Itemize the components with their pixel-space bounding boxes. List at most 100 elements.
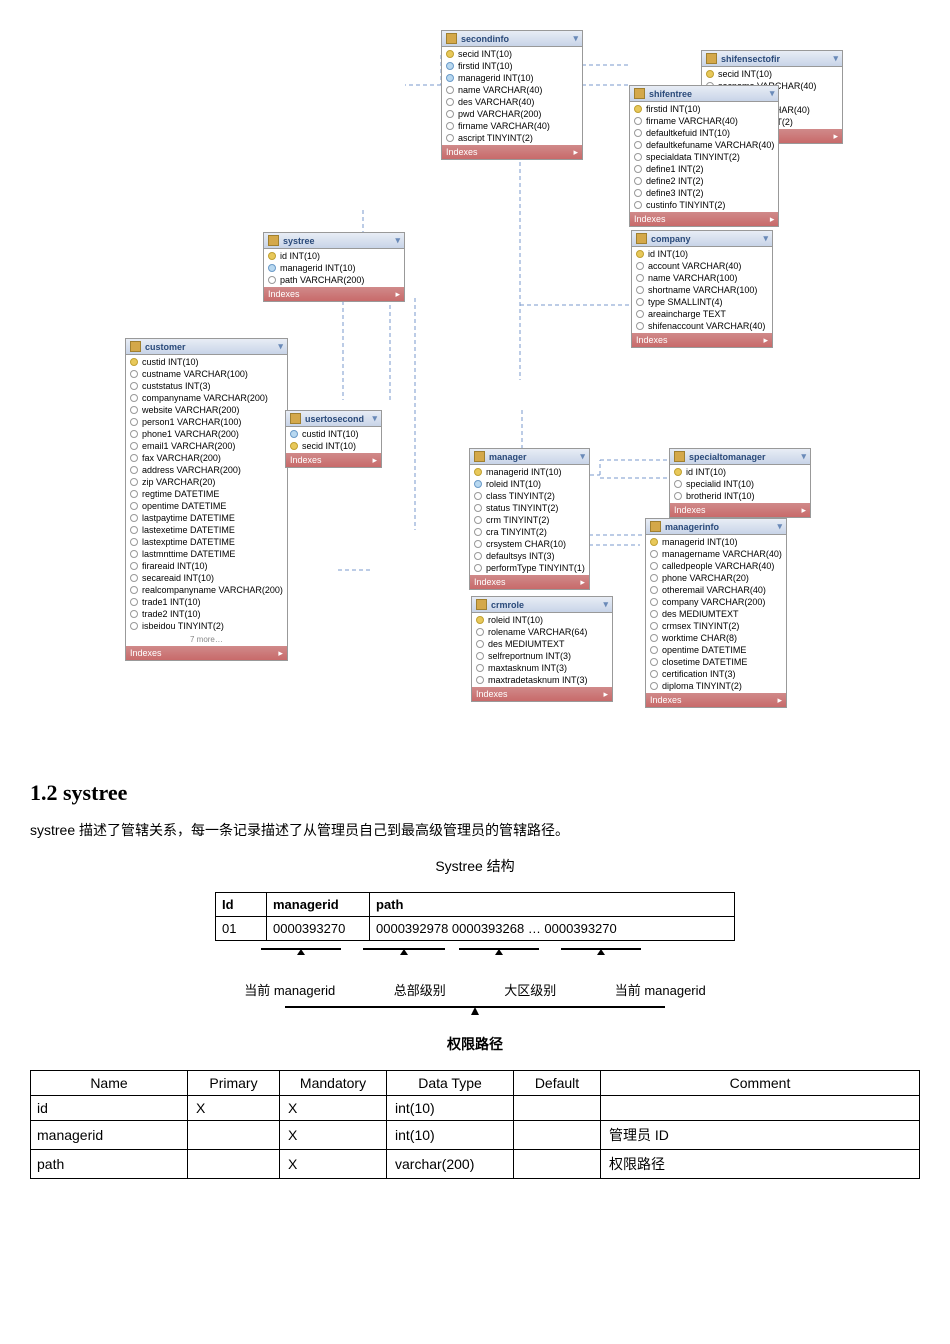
entity-column: managerid INT(10)	[442, 72, 582, 84]
entity-header: usertosecond▾	[286, 411, 381, 427]
table-row: 01 0000393270 0000392978 0000393268 … 00…	[216, 917, 735, 941]
entity-column: pwd VARCHAR(200)	[442, 108, 582, 120]
entity-column: website VARCHAR(200)	[126, 404, 287, 416]
field-table: Name Primary Mandatory Data Type Default…	[30, 1070, 920, 1179]
big-arrow	[215, 1005, 735, 1026]
entity-header: manager▾	[470, 449, 589, 465]
section-heading: 1.2 systree	[30, 780, 920, 806]
entity-header: specialtomanager▾	[670, 449, 810, 465]
entity-company: company▾id INT(10)account VARCHAR(40)nam…	[631, 230, 773, 348]
entity-managerinfo: managerinfo▾managerid INT(10)managername…	[645, 518, 787, 708]
entity-column: specialdata TINYINT(2)	[630, 151, 778, 163]
entity-column: crm TINYINT(2)	[470, 514, 589, 526]
entity-column: roleid INT(10)	[472, 614, 612, 626]
entity-header: secondinfo▾	[442, 31, 582, 47]
entity-column: secid INT(10)	[702, 68, 842, 80]
entity-column: firareaid INT(10)	[126, 560, 287, 572]
entity-column: areaincharge TEXT	[632, 308, 772, 320]
entity-column: id INT(10)	[632, 248, 772, 260]
entity-column: companyname VARCHAR(200)	[126, 392, 287, 404]
entity-header: crmrole▾	[472, 597, 612, 613]
entity-column: trade2 INT(10)	[126, 608, 287, 620]
entity-column: person1 VARCHAR(100)	[126, 416, 287, 428]
struct-th-managerid: managerid	[267, 893, 370, 917]
entity-column: define2 INT(2)	[630, 175, 778, 187]
label-hq: 总部级别	[394, 980, 446, 999]
entity-column: des MEDIUMTEXT	[472, 638, 612, 650]
entity-footer: Indexes▸	[470, 575, 589, 589]
entity-column: custname VARCHAR(100)	[126, 368, 287, 380]
entity-column: calledpeople VARCHAR(40)	[646, 560, 786, 572]
entity-column: id INT(10)	[670, 466, 810, 478]
chevron-down-icon: ▾	[763, 233, 768, 244]
entity-column: name VARCHAR(40)	[442, 84, 582, 96]
entity-column: specialid INT(10)	[670, 478, 810, 490]
entity-footer: Indexes▸	[646, 693, 786, 707]
entity-column: managerid INT(10)	[470, 466, 589, 478]
label-region: 大区级别	[504, 980, 556, 999]
entity-usertosecond: usertosecond▾custid INT(10)secid INT(10)…	[285, 410, 382, 468]
entity-column: account VARCHAR(40)	[632, 260, 772, 272]
entity-column: opentime DATETIME	[646, 644, 786, 656]
chevron-down-icon: ▾	[801, 451, 806, 462]
entity-manager: manager▾managerid INT(10)roleid INT(10)c…	[469, 448, 590, 590]
entity-footer: Indexes▸	[630, 212, 778, 226]
chevron-down-icon: ▾	[777, 521, 782, 532]
entity-column: maxtradetasknum INT(3)	[472, 674, 612, 686]
chevron-down-icon: ▾	[603, 599, 608, 610]
struct-caption: Systree 结构	[30, 856, 920, 876]
entity-column: shifenaccount VARCHAR(40)	[632, 320, 772, 332]
entity-column: email1 VARCHAR(200)	[126, 440, 287, 452]
entity-column: secid INT(10)	[442, 48, 582, 60]
entity-column: name VARCHAR(100)	[632, 272, 772, 284]
entity-column: regtime DATETIME	[126, 488, 287, 500]
entity-header: managerinfo▾	[646, 519, 786, 535]
entity-column: lastexptime DATETIME	[126, 536, 287, 548]
entity-column: des VARCHAR(40)	[442, 96, 582, 108]
entity-column: firname VARCHAR(40)	[442, 120, 582, 132]
entity-footer: Indexes▸	[442, 145, 582, 159]
entity-column: zip VARCHAR(20)	[126, 476, 287, 488]
entity-column: lastpaytime DATETIME	[126, 512, 287, 524]
entity-column: performType TINYINT(1)	[470, 562, 589, 574]
chevron-down-icon: ▾	[372, 413, 377, 424]
table-row: pathXvarchar(200)权限路径	[31, 1150, 920, 1179]
section-description: systree 描述了管辖关系，每一条记录描述了从管理员自己到最高级管理员的管辖…	[30, 820, 920, 840]
entity-column: firstid INT(10)	[630, 103, 778, 115]
entity-column: fax VARCHAR(200)	[126, 452, 287, 464]
entity-column: phone VARCHAR(20)	[646, 572, 786, 584]
entity-column: company VARCHAR(200)	[646, 596, 786, 608]
er-diagram: secondinfo▾secid INT(10)firstid INT(10)m…	[125, 30, 825, 750]
entity-systree: systree▾id INT(10)managerid INT(10)path …	[263, 232, 405, 302]
entity-header: systree▾	[264, 233, 404, 249]
table-row: idXXint(10)	[31, 1096, 920, 1121]
entity-column: cra TINYINT(2)	[470, 526, 589, 538]
entity-customer: customer▾custid INT(10)custname VARCHAR(…	[125, 338, 288, 661]
entity-column: class TINYINT(2)	[470, 490, 589, 502]
entity-header: shifensectofir▾	[702, 51, 842, 67]
entity-column: secid INT(10)	[286, 440, 381, 452]
systree-structure-diagram: Id managerid path 01 0000393270 00003929…	[215, 892, 735, 1054]
entity-column: otheremail VARCHAR(40)	[646, 584, 786, 596]
entity-column: selfreportnum INT(3)	[472, 650, 612, 662]
chevron-down-icon: ▾	[770, 88, 775, 99]
entity-column: managerid INT(10)	[264, 262, 404, 274]
entity-column: brotherid INT(10)	[670, 490, 810, 502]
entity-footer: Indexes▸	[264, 287, 404, 301]
entity-column: define1 INT(2)	[630, 163, 778, 175]
entity-footer: Indexes▸	[286, 453, 381, 467]
entity-column: trade1 INT(10)	[126, 596, 287, 608]
entity-crmrole: crmrole▾roleid INT(10)rolename VARCHAR(6…	[471, 596, 613, 702]
label-cur-managerid: 当前 managerid	[244, 980, 335, 999]
entity-column: path VARCHAR(200)	[264, 274, 404, 286]
chevron-down-icon: ▾	[573, 33, 578, 44]
entity-column: type SMALLINT(4)	[632, 296, 772, 308]
entity-column: define3 INT(2)	[630, 187, 778, 199]
entity-column: shortname VARCHAR(100)	[632, 284, 772, 296]
entity-column: lastmnttime DATETIME	[126, 548, 287, 560]
entity-column: des MEDIUMTEXT	[646, 608, 786, 620]
struct-th-id: Id	[216, 893, 267, 917]
entity-column: rolename VARCHAR(64)	[472, 626, 612, 638]
entity-column: opentime DATETIME	[126, 500, 287, 512]
entity-column: crmsex TINYINT(2)	[646, 620, 786, 632]
